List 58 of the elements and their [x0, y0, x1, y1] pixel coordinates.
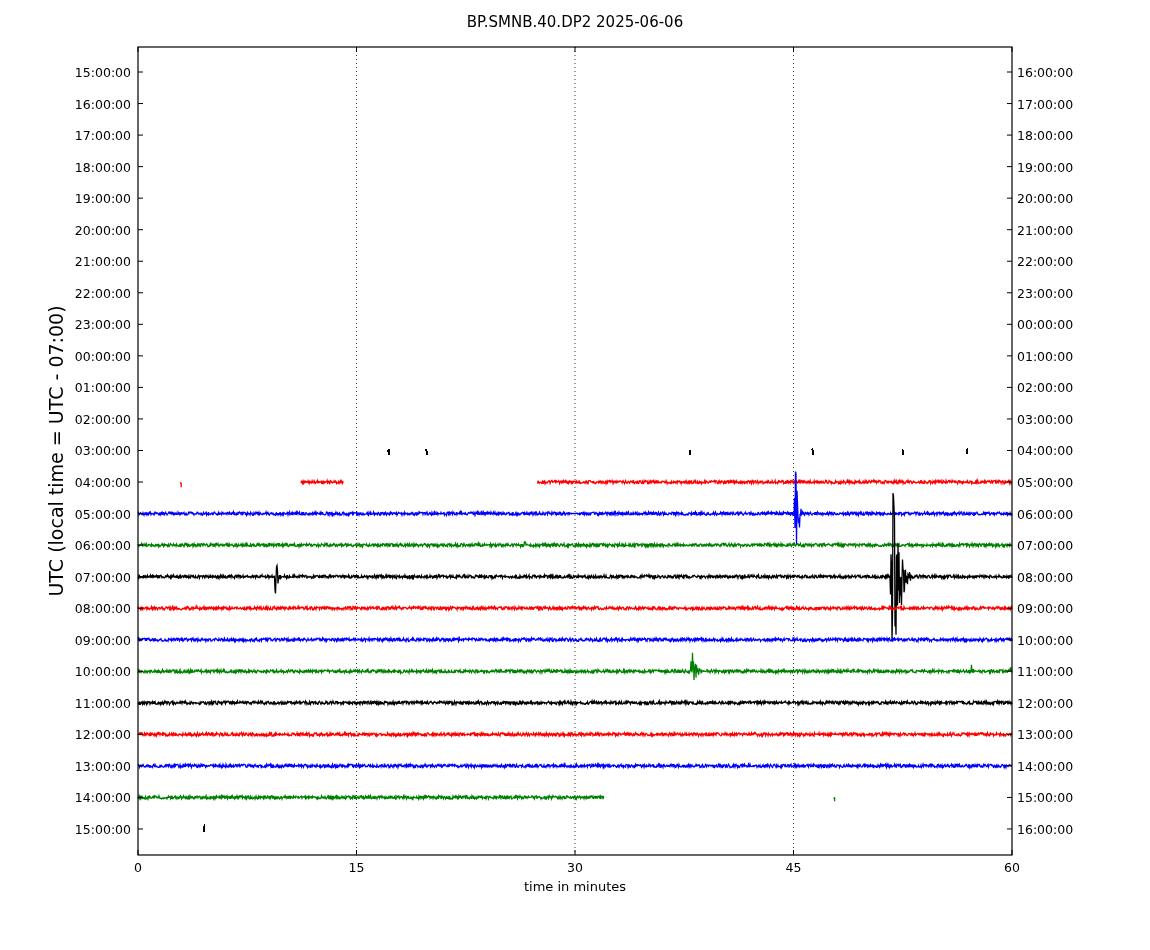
tick-label: 11:00:00 [74, 695, 131, 711]
chart-title: BP.SMNB.40.DP2 2025-06-06 [466, 13, 684, 31]
tick-label: 30 [567, 860, 583, 875]
tick-label: 07:00:00 [1017, 538, 1074, 554]
tick-label: 04:00:00 [74, 475, 131, 490]
tick-label: 23:00:00 [74, 317, 131, 333]
tick-label: 16:00:00 [74, 96, 131, 112]
tick-label: 08:00:00 [1017, 569, 1074, 585]
tick-label: 12:00:00 [74, 727, 131, 743]
tick-label: 23:00:00 [1017, 285, 1074, 301]
tick-label: 07:00:00 [74, 569, 131, 585]
tick-label: 21:00:00 [74, 254, 131, 270]
tick-label: 45 [785, 860, 802, 875]
tick-label: 13:00:00 [1017, 727, 1074, 743]
tick-label: 11:00:00 [1017, 664, 1074, 680]
axis-label: UTC (local time = UTC - 07:00) [45, 305, 67, 597]
tick-label: 06:00:00 [74, 538, 131, 554]
tick-label: 10:00:00 [1017, 632, 1074, 648]
tick-label: 20:00:00 [1017, 191, 1074, 207]
tick-label: 16:00:00 [1017, 821, 1074, 837]
tick-label: 22:00:00 [1017, 254, 1074, 270]
tick-label: 18:00:00 [1017, 128, 1074, 144]
tick-label: 21:00:00 [1017, 222, 1074, 238]
tick-label: 05:00:00 [1017, 475, 1074, 490]
tick-label: 03:00:00 [1017, 411, 1074, 427]
tick-label: 13:00:00 [74, 758, 131, 774]
tick-label: 10:00:00 [74, 664, 131, 680]
tick-label: 15 [348, 860, 365, 875]
tick-label: 19:00:00 [74, 191, 131, 207]
tick-label: 14:00:00 [1017, 758, 1074, 774]
tick-label: 17:00:00 [74, 128, 131, 144]
tick-label: 15:00:00 [1017, 790, 1074, 806]
tick-label: 04:00:00 [1017, 443, 1074, 459]
tick-label: 22:00:00 [74, 285, 131, 301]
tick-label: 08:00:00 [74, 601, 131, 617]
tick-label: 09:00:00 [1017, 601, 1074, 617]
tick-label: 17:00:00 [1017, 96, 1074, 112]
tick-label: 12:00:00 [1017, 695, 1074, 711]
tick-label: 01:00:00 [1017, 348, 1074, 364]
tick-label: 06:00:00 [1017, 506, 1074, 522]
tick-label: 19:00:00 [1017, 159, 1074, 175]
tick-label: 02:00:00 [74, 411, 131, 427]
tick-label: 15:00:00 [74, 821, 131, 837]
tick-label: 0 [134, 860, 142, 875]
tick-label: 14:00:00 [74, 790, 131, 806]
tick-label: 01:00:00 [74, 380, 131, 396]
axis-label: time in minutes [523, 879, 627, 894]
tick-label: 16:00:00 [1017, 65, 1074, 80]
tick-label: 05:00:00 [74, 506, 131, 522]
tick-label: 20:00:00 [74, 222, 131, 238]
tick-label: 00:00:00 [1017, 317, 1074, 333]
tick-label: 15:00:00 [74, 65, 131, 80]
tick-label: 03:00:00 [74, 443, 131, 459]
tick-label: 09:00:00 [74, 632, 131, 648]
tick-label: 60 [1004, 860, 1020, 875]
tick-label: 02:00:00 [1017, 380, 1074, 396]
tick-label: 00:00:00 [74, 348, 131, 364]
tick-label: 18:00:00 [74, 159, 131, 175]
